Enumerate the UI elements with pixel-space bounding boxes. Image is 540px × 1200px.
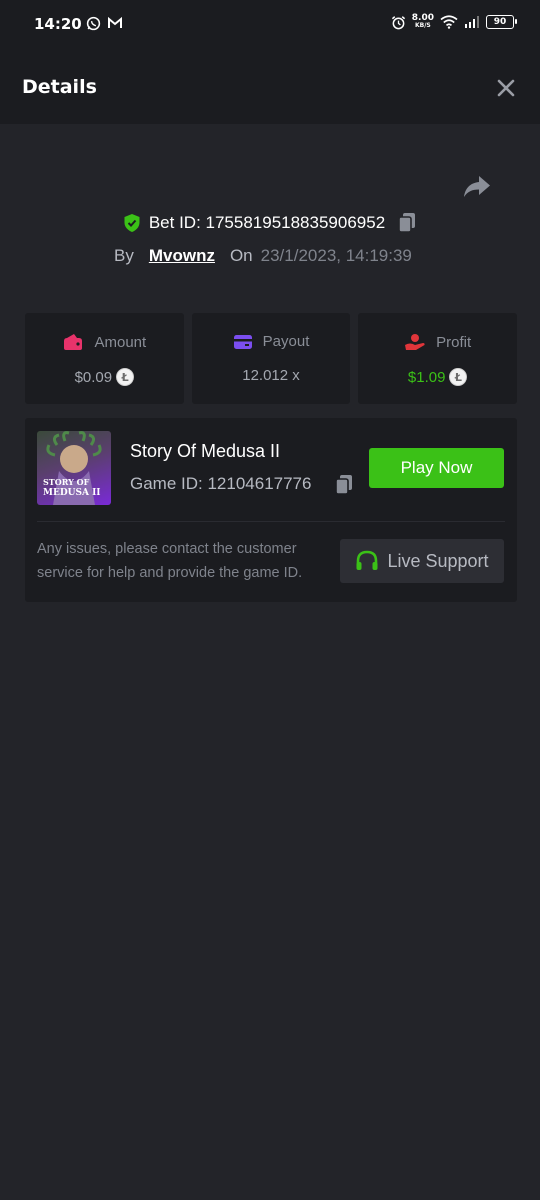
stat-label: Amount <box>94 333 147 351</box>
status-time: 14:20 <box>34 15 82 33</box>
status-bar: 14:20 8.00 KB/S 90 <box>0 0 540 50</box>
page-title: Details <box>22 76 97 98</box>
stat-value: $0.09 <box>74 368 113 386</box>
card-icon <box>233 334 252 349</box>
bet-stats: Amount $0.09 Ł Payout 12.012 x Profit $1… <box>25 313 518 404</box>
play-now-button[interactable]: Play Now <box>369 448 504 488</box>
thumbnail-title-line2: MEDUSA II <box>43 488 101 498</box>
divider <box>37 521 505 522</box>
close-icon[interactable] <box>494 76 518 100</box>
details-header: Details <box>0 50 540 124</box>
bet-id: Bet ID: 1755819518835906952 <box>148 213 386 232</box>
network-speed-unit: KB/S <box>415 22 431 29</box>
stat-label: Profit <box>436 333 472 351</box>
game-thumbnail[interactable]: STORY OF MEDUSA II <box>37 431 111 505</box>
live-support-label: Live Support <box>387 550 489 571</box>
wifi-icon <box>440 15 458 29</box>
copy-icon[interactable] <box>334 474 354 496</box>
hand-coin-icon <box>405 334 425 350</box>
share-icon[interactable] <box>462 174 492 200</box>
live-support-button[interactable]: Live Support <box>340 539 504 583</box>
thumbnail-title-line1: STORY OF <box>43 477 90 487</box>
bet-timestamp: 23/1/2023, 14:19:39 <box>260 246 412 265</box>
status-system-icons: 8.00 KB/S 90 <box>391 14 517 30</box>
gmail-icon <box>108 16 122 28</box>
stat-value: $1.09 <box>407 368 446 386</box>
game-id: Game ID: 12104617776 <box>130 474 312 493</box>
player-name-link[interactable]: Mvownz <box>149 246 215 266</box>
litecoin-icon: Ł <box>116 368 135 386</box>
bet-meta-row: By Mvownz On 23/1/2023, 14:19:39 <box>114 246 412 266</box>
stat-label: Payout <box>262 333 310 350</box>
stat-card-payout: Payout 12.012 x <box>191 313 351 404</box>
litecoin-icon: Ł <box>449 368 468 386</box>
signal-icon <box>465 16 479 28</box>
bet-id-row: Bet ID: 1755819518835906952 <box>0 212 540 234</box>
game-card: STORY OF MEDUSA II Story Of Medusa II Ga… <box>25 418 517 602</box>
headset-icon <box>356 550 378 570</box>
by-label: By <box>114 246 134 265</box>
alarm-icon <box>391 15 405 29</box>
network-speed-value: 8.00 <box>411 13 434 23</box>
wallet-icon <box>64 334 83 350</box>
on-label: On <box>229 246 253 265</box>
battery-indicator: 90 <box>486 15 517 29</box>
stat-value: 12.012 x <box>242 367 300 384</box>
stat-card-profit: Profit $1.09 Ł <box>358 313 518 404</box>
network-speed: 8.00 KB/S <box>412 14 434 30</box>
stat-card-amount: Amount $0.09 Ł <box>25 313 184 404</box>
support-notice: Any issues, please contact the customer … <box>37 541 303 581</box>
copy-icon[interactable] <box>397 212 417 234</box>
game-name: Story Of Medusa II <box>130 441 281 461</box>
whatsapp-icon <box>86 16 101 31</box>
status-notification-icons <box>86 16 123 31</box>
shield-check-icon <box>124 214 140 232</box>
